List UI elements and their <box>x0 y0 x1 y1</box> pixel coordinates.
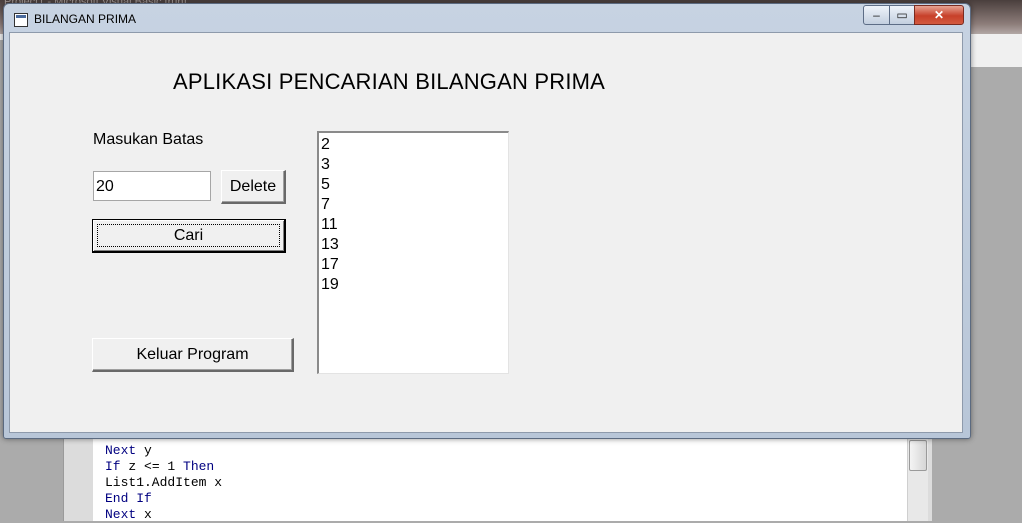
batas-input[interactable] <box>93 171 211 201</box>
results-listbox[interactable]: 2 3 5 7 11 13 17 19 <box>317 131 509 374</box>
focus-rectangle <box>97 224 280 247</box>
code-vertical-scrollbar[interactable] <box>907 438 928 521</box>
ide-workspace-right <box>968 67 1022 521</box>
window-app-icon[interactable] <box>14 13 28 27</box>
minimize-button[interactable]: ‒ <box>863 5 890 25</box>
code-line: List1.AddItem x <box>105 475 223 490</box>
list-item[interactable]: 7 <box>321 195 508 215</box>
maximize-button[interactable]: ▭ <box>889 5 915 25</box>
code-line: Next y <box>105 443 152 458</box>
delete-button[interactable]: Delete <box>221 170 286 204</box>
form-client-area: APLIKASI PENCARIAN BILANGAN PRIMA Masuka… <box>9 32 963 433</box>
code-line: If z <= 1 Then <box>105 459 215 474</box>
scrollbar-thumb[interactable] <box>909 440 927 471</box>
list-item[interactable]: 2 <box>321 135 508 155</box>
list-item[interactable]: 3 <box>321 155 508 175</box>
list-item[interactable]: 11 <box>321 215 508 235</box>
batas-label: Masukan Batas <box>93 131 204 148</box>
cari-button[interactable]: Cari <box>92 219 286 253</box>
maximize-icon: ▭ <box>896 8 908 22</box>
ide-toolbar-panel <box>968 40 1022 68</box>
code-line: End If <box>105 491 152 506</box>
form-window: BILANGAN PRIMA ‒ ▭ ✕ APLIKASI PENCARIAN … <box>3 3 971 439</box>
list-item[interactable]: 17 <box>321 255 508 275</box>
page-title: APLIKASI PENCARIAN BILANGAN PRIMA <box>173 69 606 94</box>
window-title: BILANGAN PRIMA <box>34 12 137 26</box>
list-item[interactable]: 5 <box>321 175 508 195</box>
list-item[interactable]: 19 <box>321 275 508 295</box>
list-item[interactable]: 13 <box>321 235 508 255</box>
close-button[interactable]: ✕ <box>914 5 964 25</box>
minimize-icon: ‒ <box>873 8 880 22</box>
close-icon: ✕ <box>933 8 945 22</box>
exit-program-button[interactable]: Keluar Program <box>92 338 294 372</box>
